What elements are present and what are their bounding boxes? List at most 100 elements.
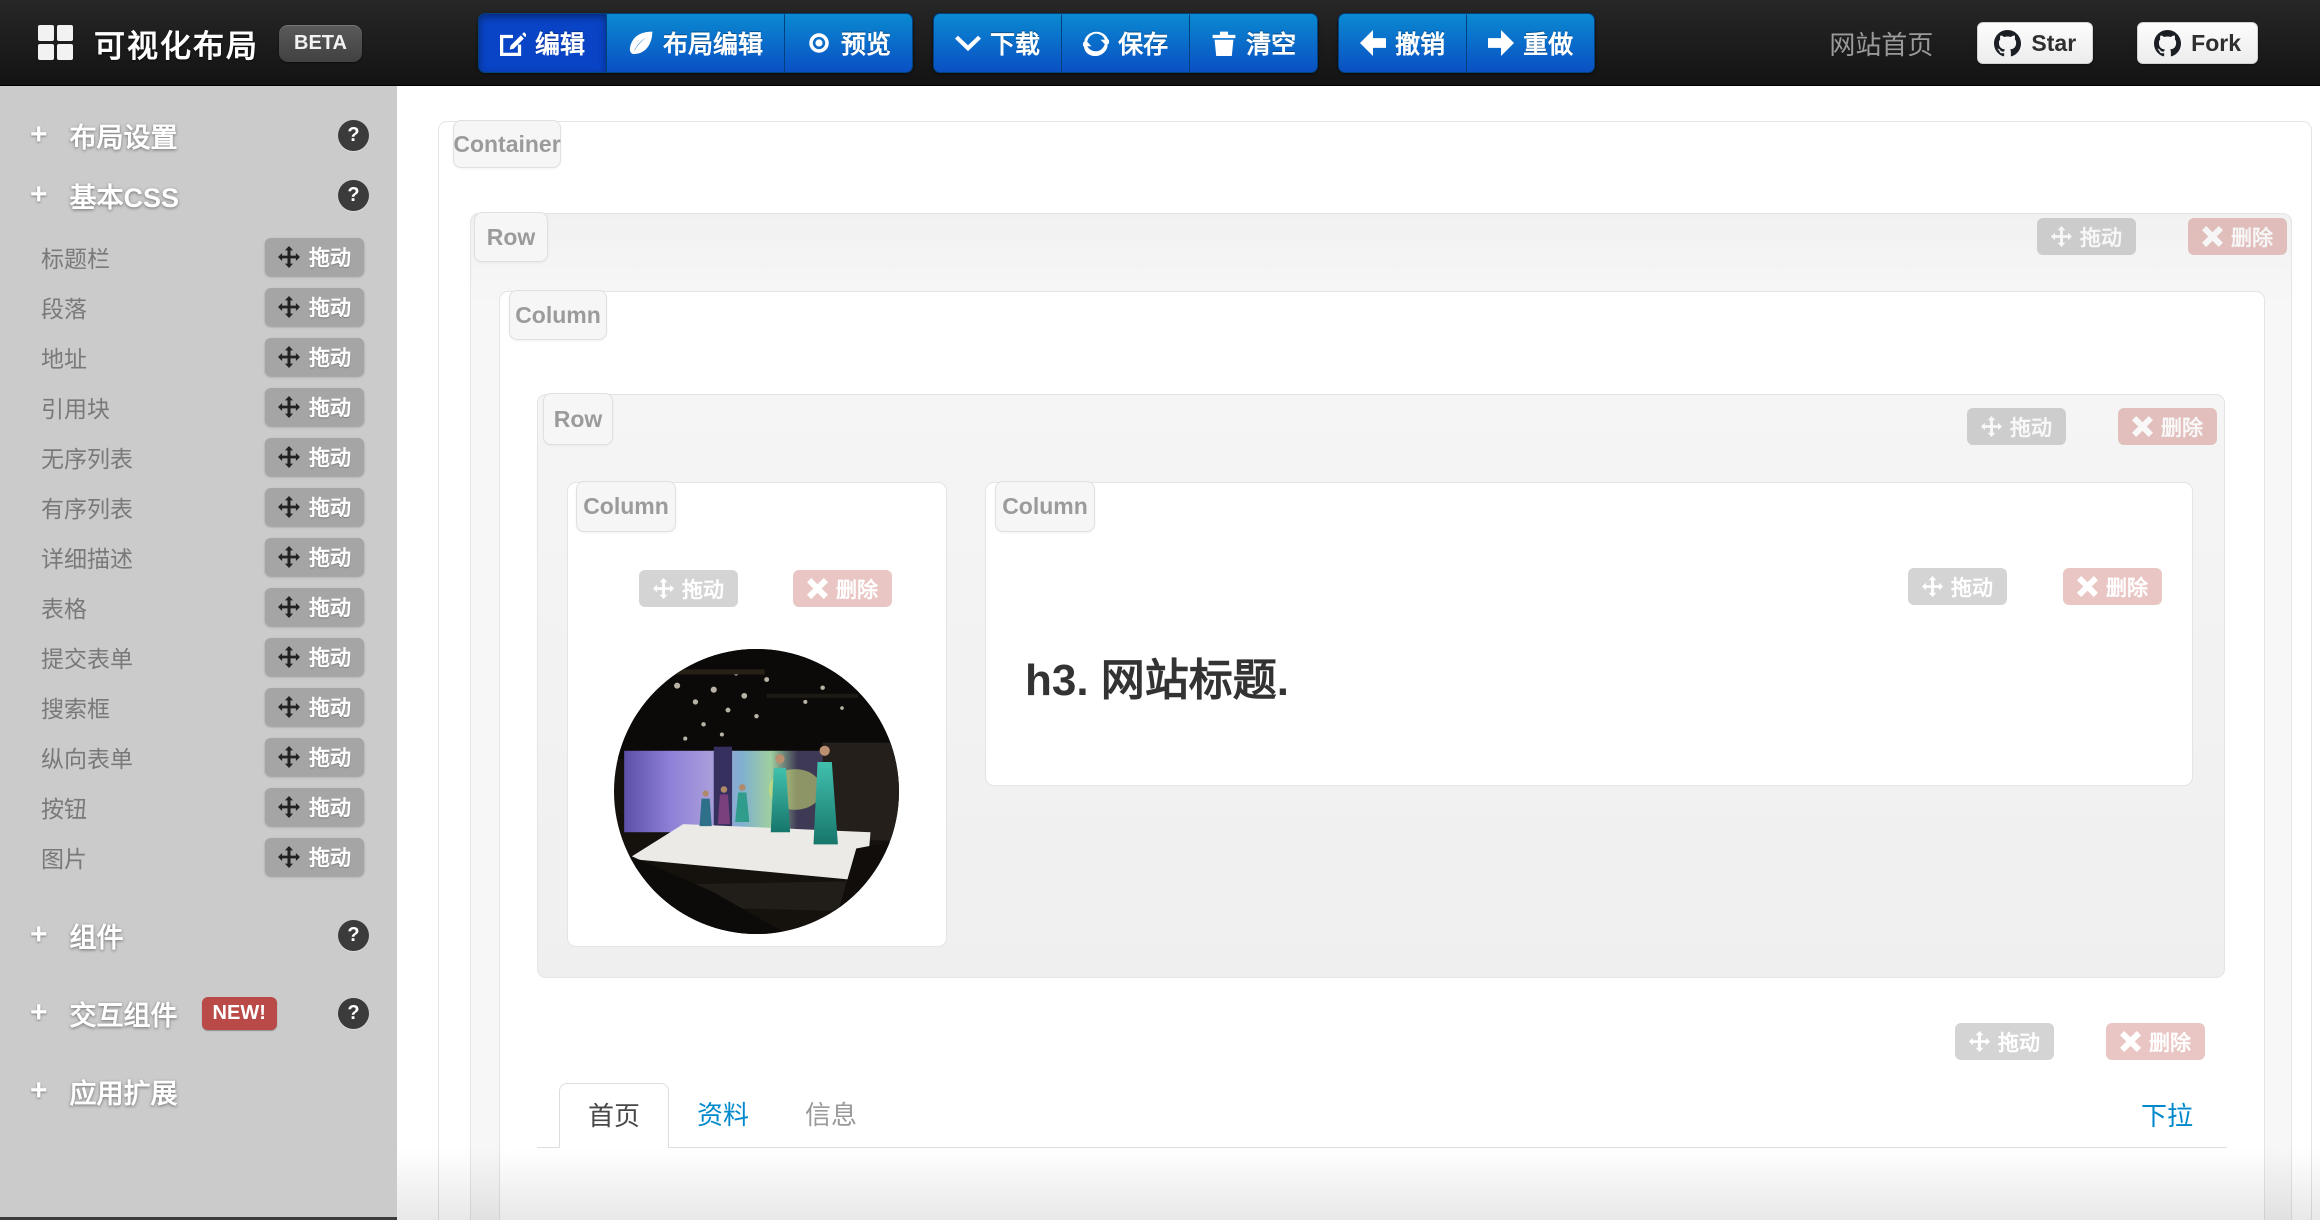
layout-edit-button-label: 布局编辑 (663, 25, 763, 61)
move-icon (278, 296, 300, 318)
drag-handle-button[interactable]: 拖动 (265, 588, 364, 626)
chevron-down-icon (955, 30, 981, 56)
drag-label: 拖动 (309, 392, 351, 422)
move-icon (278, 696, 300, 718)
github-fork-button[interactable]: Fork (2137, 22, 2258, 64)
help-icon[interactable]: ? (338, 120, 369, 151)
site-home-link[interactable]: 网站首页 (1829, 25, 1933, 62)
row-drag-button[interactable]: 拖动 (1967, 408, 2066, 445)
drag-handle-button[interactable]: 拖动 (265, 738, 364, 776)
drag-label: 拖动 (2080, 222, 2122, 252)
section-label: 交互组件 (70, 994, 178, 1033)
preview-button-label: 预览 (841, 25, 891, 61)
undo-button[interactable]: 撤销 (1338, 13, 1467, 73)
help-icon[interactable]: ? (338, 180, 369, 211)
move-icon (278, 496, 300, 518)
sidebar-section-components[interactable]: + 组件 ? (0, 912, 397, 958)
eye-icon (806, 30, 832, 56)
layout-canvas: Container Row 拖动 删除 Column Row 拖动 删除 Col… (397, 86, 2320, 1220)
edit-button[interactable]: 编辑 (478, 13, 607, 73)
container-block-tab[interactable]: Container (453, 120, 561, 168)
column-drag-button[interactable]: 拖动 (639, 570, 738, 607)
outer-row-block-tab[interactable]: Row (474, 212, 548, 262)
image-column-block-tab[interactable]: Column (576, 481, 676, 532)
tab-profile[interactable]: 资料 (669, 1083, 777, 1147)
delete-label: 删除 (836, 574, 878, 604)
column-drag-button[interactable]: 拖动 (1955, 1023, 2054, 1060)
drag-handle-button[interactable]: 拖动 (265, 838, 364, 876)
github-fork-label: Fork (2191, 30, 2241, 57)
help-icon[interactable]: ? (338, 920, 369, 951)
plus-icon: + (30, 180, 48, 210)
edit-button-label: 编辑 (535, 25, 585, 61)
column-delete-button[interactable]: 删除 (793, 570, 892, 607)
sidebar-section-basic-css[interactable]: + 基本CSS ? (0, 172, 397, 218)
item-label: 搜索框 (41, 690, 265, 724)
sidebar-item-ordered-list: 有序列表 拖动 (0, 482, 397, 532)
edit-icon (500, 30, 526, 56)
item-label: 地址 (41, 340, 265, 374)
tab-info[interactable]: 信息 (777, 1083, 885, 1147)
item-label: 表格 (41, 590, 265, 624)
item-label: 段落 (41, 290, 265, 324)
layout-edit-button[interactable]: 布局编辑 (607, 13, 785, 73)
sidebar-section-layout-settings[interactable]: + 布局设置 ? (0, 112, 397, 158)
tab-dropdown-link[interactable]: 下拉 (2141, 1096, 2193, 1133)
drag-label: 拖动 (309, 492, 351, 522)
heading-column-block-tab[interactable]: Column (995, 481, 1095, 532)
sidebar-section-app-extensions[interactable]: + 应用扩展 (0, 1068, 397, 1114)
row-delete-button[interactable]: 删除 (2188, 218, 2287, 255)
item-label: 提交表单 (41, 640, 265, 674)
clear-button[interactable]: 清空 (1190, 13, 1318, 73)
drag-handle-button[interactable]: 拖动 (265, 238, 364, 276)
item-label: 按钮 (41, 790, 265, 824)
trash-icon (1211, 30, 1237, 56)
sidebar-item-paragraph: 段落 拖动 (0, 282, 397, 332)
row-delete-button[interactable]: 删除 (2118, 408, 2217, 445)
drag-handle-button[interactable]: 拖动 (265, 788, 364, 826)
toolbar-group-file: 下载 保存 清空 (933, 13, 1318, 73)
sidebar-section-interactive-components[interactable]: + 交互组件 NEW! ? (0, 990, 397, 1036)
github-star-button[interactable]: Star (1977, 22, 2093, 64)
navbar-right-cluster: 网站首页 Star Fork (1829, 0, 2258, 86)
column-drag-button[interactable]: 拖动 (1908, 568, 2007, 605)
tab-home[interactable]: 首页 (559, 1083, 669, 1148)
drag-handle-button[interactable]: 拖动 (265, 388, 364, 426)
move-icon (278, 546, 300, 568)
drag-handle-button[interactable]: 拖动 (265, 688, 364, 726)
plus-icon: + (30, 920, 48, 950)
drag-handle-button[interactable]: 拖动 (265, 288, 364, 326)
github-icon (2154, 30, 2181, 57)
x-icon (2077, 576, 2098, 597)
drag-handle-button[interactable]: 拖动 (265, 488, 364, 526)
drag-handle-button[interactable]: 拖动 (265, 338, 364, 376)
plus-icon: + (30, 998, 48, 1028)
delete-label: 删除 (2106, 572, 2148, 602)
download-button[interactable]: 下载 (933, 13, 1062, 73)
row-drag-button[interactable]: 拖动 (2037, 218, 2136, 255)
plus-icon: + (30, 120, 48, 150)
plus-icon: + (30, 1076, 48, 1106)
preview-button[interactable]: 预览 (785, 13, 913, 73)
outer-row-actions: 拖动 删除 (2037, 218, 2287, 255)
help-icon[interactable]: ? (338, 998, 369, 1029)
drag-label: 拖动 (309, 542, 351, 572)
drag-label: 拖动 (309, 292, 351, 322)
column-delete-button[interactable]: 删除 (2106, 1023, 2205, 1060)
move-icon (278, 646, 300, 668)
move-icon (278, 246, 300, 268)
column-delete-button[interactable]: 删除 (2063, 568, 2162, 605)
redo-button[interactable]: 重做 (1467, 13, 1595, 73)
drag-label: 拖动 (682, 574, 724, 604)
outer-column-block-tab[interactable]: Column (509, 290, 607, 340)
drag-handle-button[interactable]: 拖动 (265, 638, 364, 676)
item-label: 引用块 (41, 390, 265, 424)
inner-row-actions: 拖动 删除 (1967, 408, 2217, 445)
drag-handle-button[interactable]: 拖动 (265, 438, 364, 476)
sidebar-item-vertical-form: 纵向表单 拖动 (0, 732, 397, 782)
move-icon (278, 846, 300, 868)
inner-row-block-tab[interactable]: Row (543, 393, 613, 445)
save-button[interactable]: 保存 (1062, 13, 1190, 73)
drag-handle-button[interactable]: 拖动 (265, 538, 364, 576)
drag-label: 拖动 (309, 842, 351, 872)
